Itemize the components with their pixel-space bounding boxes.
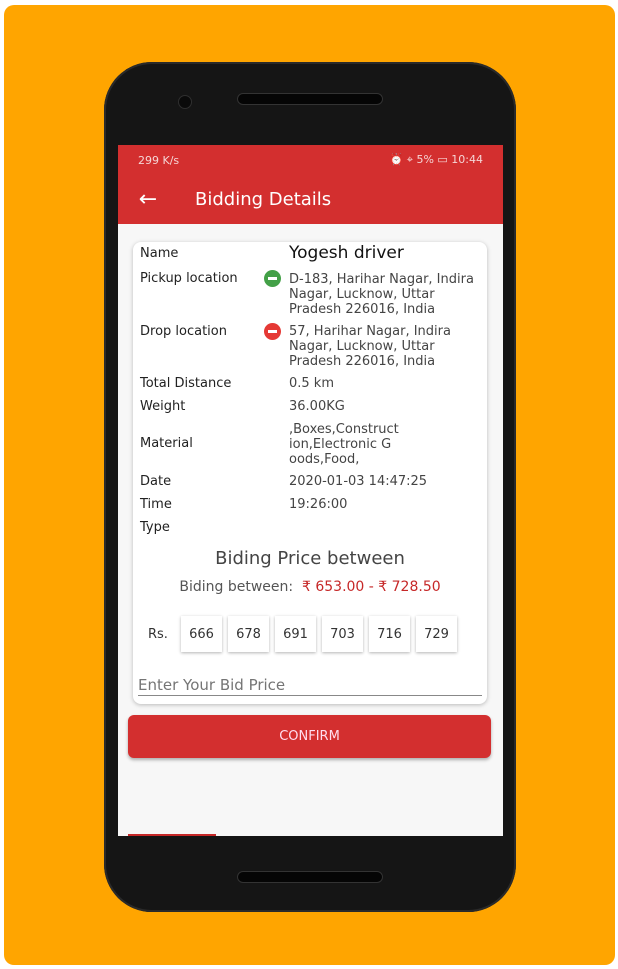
- drop-value: 57, Harihar Nagar, Indira Nagar, Lucknow…: [289, 324, 451, 369]
- speaker: [237, 93, 383, 105]
- weight-label: Weight: [140, 399, 186, 414]
- screen: 299 K/s ⏰ ⌖ 5% ▭ 10:44 ← Bidding Details…: [118, 145, 503, 836]
- status-left: 299 K/s: [138, 153, 180, 167]
- date-value: 2020-01-03 14:47:25: [289, 474, 428, 489]
- drop-label: Drop location: [140, 324, 227, 339]
- time-value: 19:26:00: [289, 497, 348, 512]
- name-value: Yogesh driver: [289, 243, 404, 263]
- bid-option[interactable]: 678: [228, 616, 269, 652]
- bid-range: Biding between: ₹ 653.00 - ₹ 728.50: [133, 579, 487, 595]
- bid-option[interactable]: 716: [369, 616, 410, 652]
- distance-label: Total Distance: [140, 376, 232, 391]
- drop-icon: [264, 323, 281, 340]
- name-label: Name: [140, 246, 179, 261]
- confirm-button[interactable]: CONFIRM: [128, 715, 491, 758]
- range-value: ₹ 653.00 - ₹ 728.50: [302, 579, 441, 595]
- bid-options: 666 678 691 703 716 729: [181, 616, 457, 652]
- status-right: ⏰ ⌖ 5% ▭ 10:44: [389, 153, 483, 166]
- page-title: Bidding Details: [195, 189, 332, 210]
- bid-option[interactable]: 703: [322, 616, 363, 652]
- back-arrow-icon[interactable]: ←: [118, 187, 178, 212]
- pickup-value: D-183, Harihar Nagar, Indira Nagar, Luck…: [289, 272, 474, 317]
- bid-option[interactable]: 729: [416, 616, 457, 652]
- time-label: Time: [140, 497, 172, 512]
- rs-label: Rs.: [148, 627, 168, 642]
- bid-option[interactable]: 691: [275, 616, 316, 652]
- bid-option[interactable]: 666: [181, 616, 222, 652]
- material-label: Material: [140, 436, 193, 451]
- app-bar: ← Bidding Details: [118, 175, 503, 224]
- details-card: Name Yogesh driver Pickup location D-183…: [133, 242, 487, 704]
- date-label: Date: [140, 474, 172, 489]
- range-label: Biding between:: [179, 579, 294, 595]
- bid-price-input[interactable]: [138, 674, 482, 696]
- distance-value: 0.5 km: [289, 376, 334, 391]
- status-bar: 299 K/s ⏰ ⌖ 5% ▭ 10:44: [118, 145, 503, 175]
- bid-heading: Biding Price between: [215, 548, 405, 569]
- camera: [178, 95, 192, 109]
- weight-value: 36.00KG: [289, 399, 345, 414]
- tab-indicator: [128, 834, 216, 836]
- material-value: ,Boxes,Construction,Electronic Goods,Foo…: [289, 422, 399, 467]
- pickup-label: Pickup location: [140, 271, 238, 286]
- pickup-icon: [264, 270, 281, 287]
- bottom-speaker: [237, 871, 383, 883]
- type-label: Type: [140, 520, 170, 535]
